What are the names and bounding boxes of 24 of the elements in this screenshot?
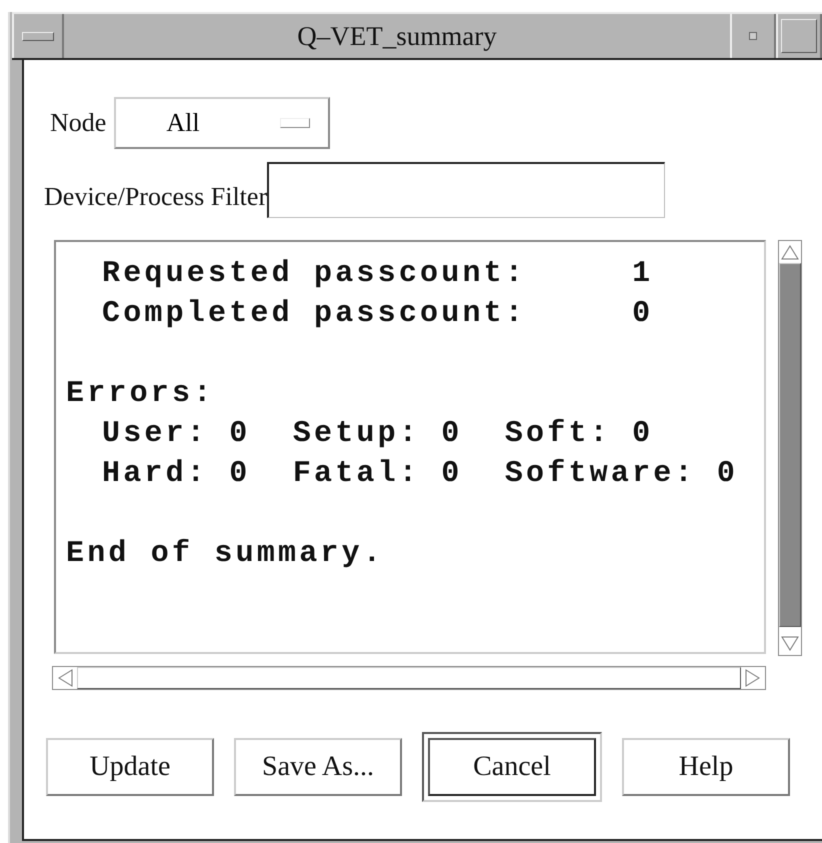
scroll-down-icon[interactable]: [781, 636, 799, 652]
dialog-button[interactable]: Cancel: [428, 738, 596, 796]
filter-field[interactable]: [267, 162, 666, 218]
summary-heading: End of summary.: [66, 537, 384, 571]
summary-line: Hard: 0 Fatal: 0 Software: 0: [102, 457, 738, 491]
node-dropdown[interactable]: All: [114, 97, 330, 149]
summary-line: Requested passcount: 1: [102, 257, 654, 291]
filter-label: Device/Process Filter: [44, 182, 268, 212]
horizontal-scrollbar[interactable]: [52, 666, 766, 690]
window-menu-button[interactable]: [12, 14, 64, 58]
summary-heading: Errors:: [66, 377, 214, 411]
scroll-right-icon[interactable]: [745, 669, 761, 687]
summary-line: User: 0 Setup: 0 Soft: 0: [102, 417, 654, 451]
scroll-left-icon[interactable]: [57, 669, 73, 687]
node-label: Node: [50, 108, 106, 138]
dialog-button[interactable]: Update: [46, 738, 214, 796]
minimize-button[interactable]: [730, 14, 776, 58]
vertical-scrollbar[interactable]: [778, 240, 802, 656]
maximize-button[interactable]: [776, 14, 822, 58]
scroll-up-icon[interactable]: [781, 244, 799, 260]
window-title: Q–VET_summary: [296, 20, 498, 53]
dialog-button[interactable]: Help: [622, 738, 790, 796]
summary-line: Completed passcount: 0: [102, 297, 654, 331]
dialog-button[interactable]: Save As...: [234, 738, 402, 796]
